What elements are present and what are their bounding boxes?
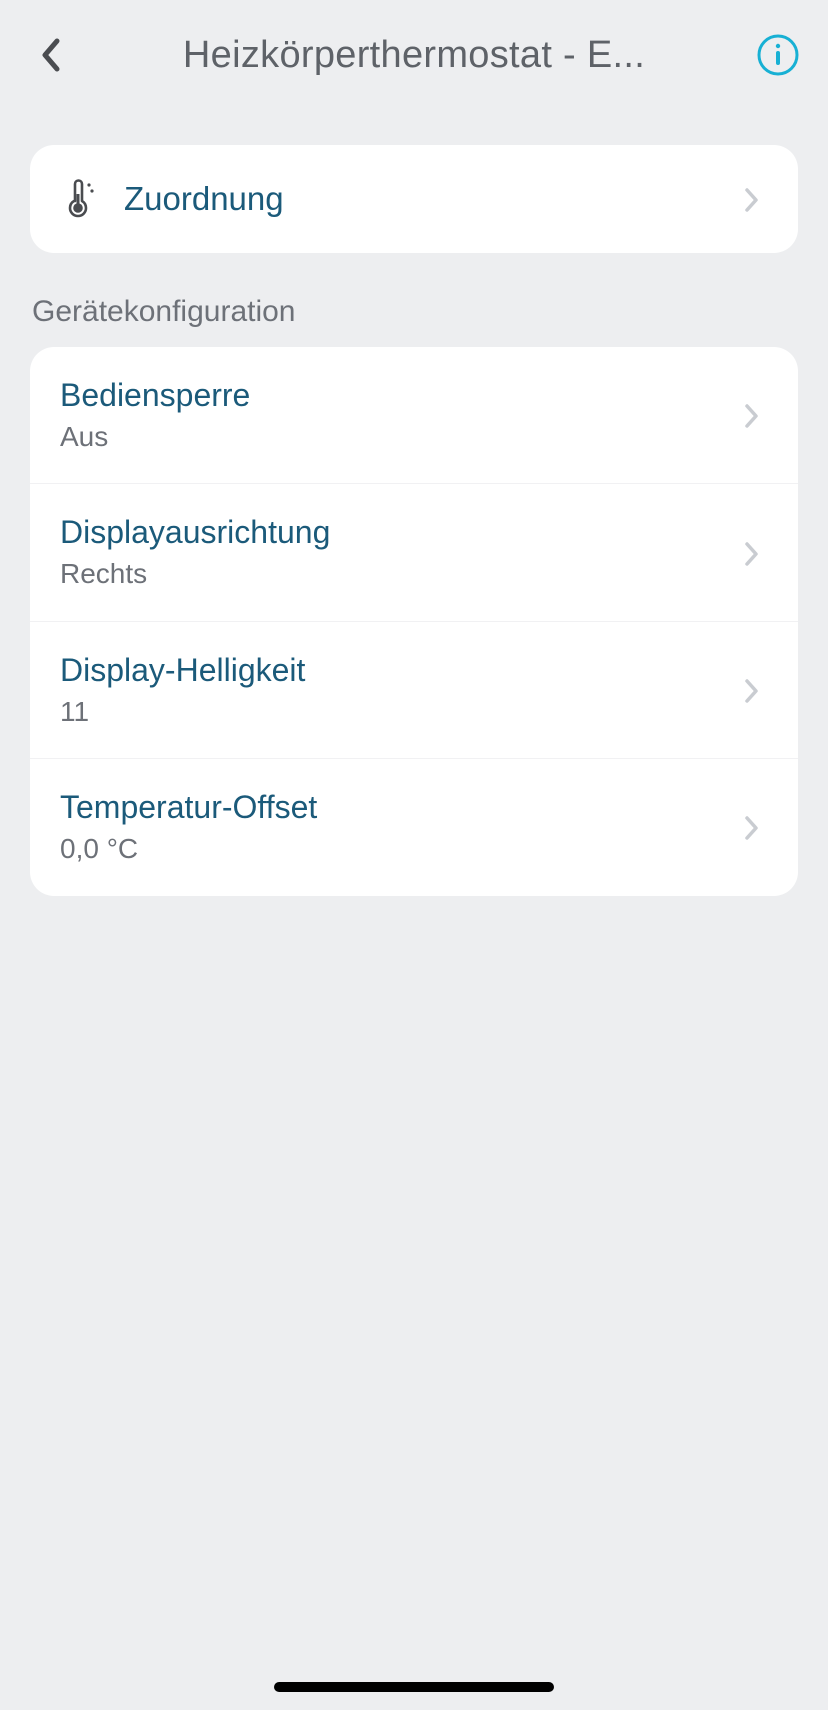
chevron-right-icon xyxy=(744,403,768,427)
row-label: Displayausrichtung xyxy=(60,512,744,552)
row-label: Bediensperre xyxy=(60,375,744,415)
assignment-body: Zuordnung xyxy=(124,178,744,219)
row-label: Display-Helligkeit xyxy=(60,650,744,690)
row-label: Temperatur-Offset xyxy=(60,787,744,827)
content: Zuordnung Gerätekonfiguration Bediensper… xyxy=(0,110,828,896)
thermometer-icon xyxy=(60,179,100,219)
info-icon xyxy=(757,34,799,76)
assignment-card: Zuordnung xyxy=(30,145,798,253)
back-button[interactable] xyxy=(28,33,72,77)
config-row-display-helligkeit[interactable]: Display-Helligkeit 11 xyxy=(30,622,798,759)
row-value: Rechts xyxy=(60,556,744,592)
row-value: 11 xyxy=(60,694,744,730)
assignment-row[interactable]: Zuordnung xyxy=(30,145,798,253)
chevron-right-icon xyxy=(744,815,768,839)
chevron-right-icon xyxy=(744,187,768,211)
home-indicator[interactable] xyxy=(274,1682,554,1692)
config-card: Bediensperre Aus Displayausrichtung Rech… xyxy=(30,347,798,896)
chevron-right-icon xyxy=(744,678,768,702)
config-row-temperatur-offset[interactable]: Temperatur-Offset 0,0 °C xyxy=(30,759,798,895)
section-header-config: Gerätekonfiguration xyxy=(30,253,798,347)
row-body: Bediensperre Aus xyxy=(60,375,744,455)
row-body: Displayausrichtung Rechts xyxy=(60,512,744,592)
chevron-left-icon xyxy=(39,37,61,73)
config-row-bediensperre[interactable]: Bediensperre Aus xyxy=(30,347,798,484)
config-row-displayausrichtung[interactable]: Displayausrichtung Rechts xyxy=(30,484,798,621)
row-body: Display-Helligkeit 11 xyxy=(60,650,744,730)
app-header: Heizkörperthermostat - E... xyxy=(0,0,828,110)
chevron-right-icon xyxy=(744,541,768,565)
info-button[interactable] xyxy=(756,33,800,77)
row-value: 0,0 °C xyxy=(60,831,744,867)
assignment-label: Zuordnung xyxy=(124,178,744,219)
row-value: Aus xyxy=(60,419,744,455)
page-title: Heizkörperthermostat - E... xyxy=(183,34,645,77)
row-body: Temperatur-Offset 0,0 °C xyxy=(60,787,744,867)
